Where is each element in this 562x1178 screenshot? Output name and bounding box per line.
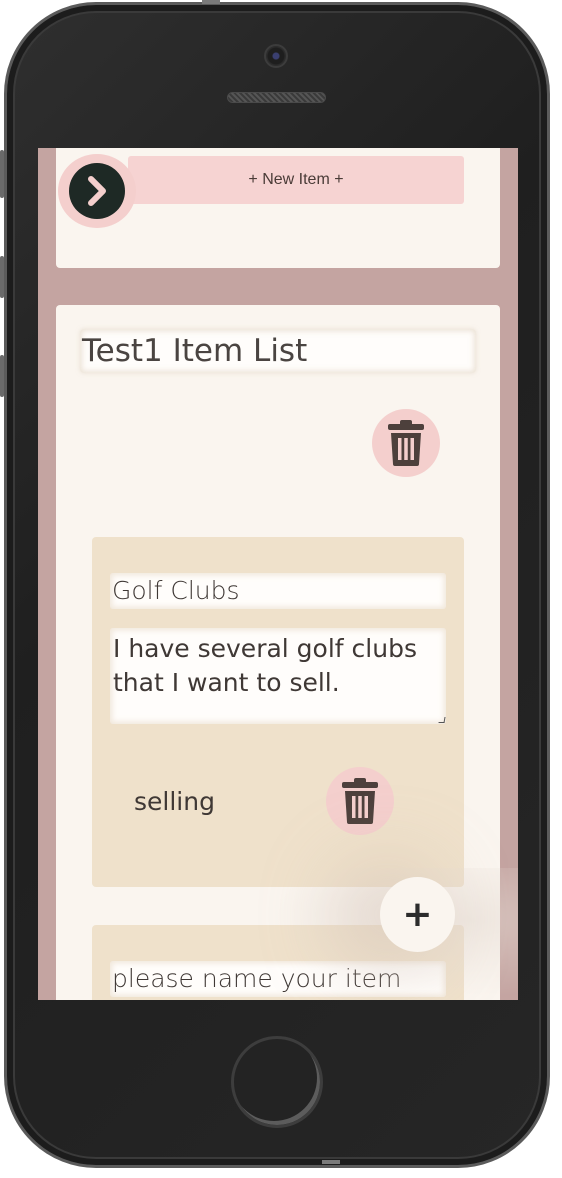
delete-list-button[interactable]: [372, 409, 440, 477]
item-status: selling: [134, 787, 215, 816]
home-button[interactable]: [231, 1036, 323, 1128]
speaker-grille: [227, 92, 326, 103]
new-item-button[interactable]: + New Item +: [128, 156, 464, 204]
list-title-input[interactable]: Test1 Item List: [80, 329, 476, 373]
camera-icon: [264, 44, 288, 68]
chevron-right-icon: [69, 163, 125, 219]
nav-toggle-button[interactable]: [58, 154, 136, 228]
item-name-input[interactable]: please name your item: [110, 961, 446, 997]
side-button: [0, 355, 4, 397]
delete-item-button[interactable]: [326, 767, 394, 835]
item-description-text: I have several golf clubs that I want to…: [113, 634, 417, 697]
item-name-input[interactable]: Golf Clubs: [110, 573, 446, 609]
list-item: Golf Clubs I have several golf clubs tha…: [92, 537, 464, 887]
trash-icon: [388, 420, 424, 466]
resize-handle-icon[interactable]: [438, 717, 446, 723]
app-screen: + New Item + Test1 Item List Golf Clubs: [38, 148, 518, 1000]
side-button: [0, 256, 4, 298]
bottom-nub: [322, 1160, 340, 1164]
trash-icon: [342, 778, 378, 824]
plus-icon: +: [402, 894, 433, 935]
new-item-card: + New Item +: [56, 148, 500, 268]
side-button: [0, 150, 4, 198]
power-button: [202, 0, 220, 4]
item-description-textarea[interactable]: I have several golf clubs that I want to…: [110, 628, 446, 724]
add-item-fab[interactable]: +: [380, 877, 455, 952]
